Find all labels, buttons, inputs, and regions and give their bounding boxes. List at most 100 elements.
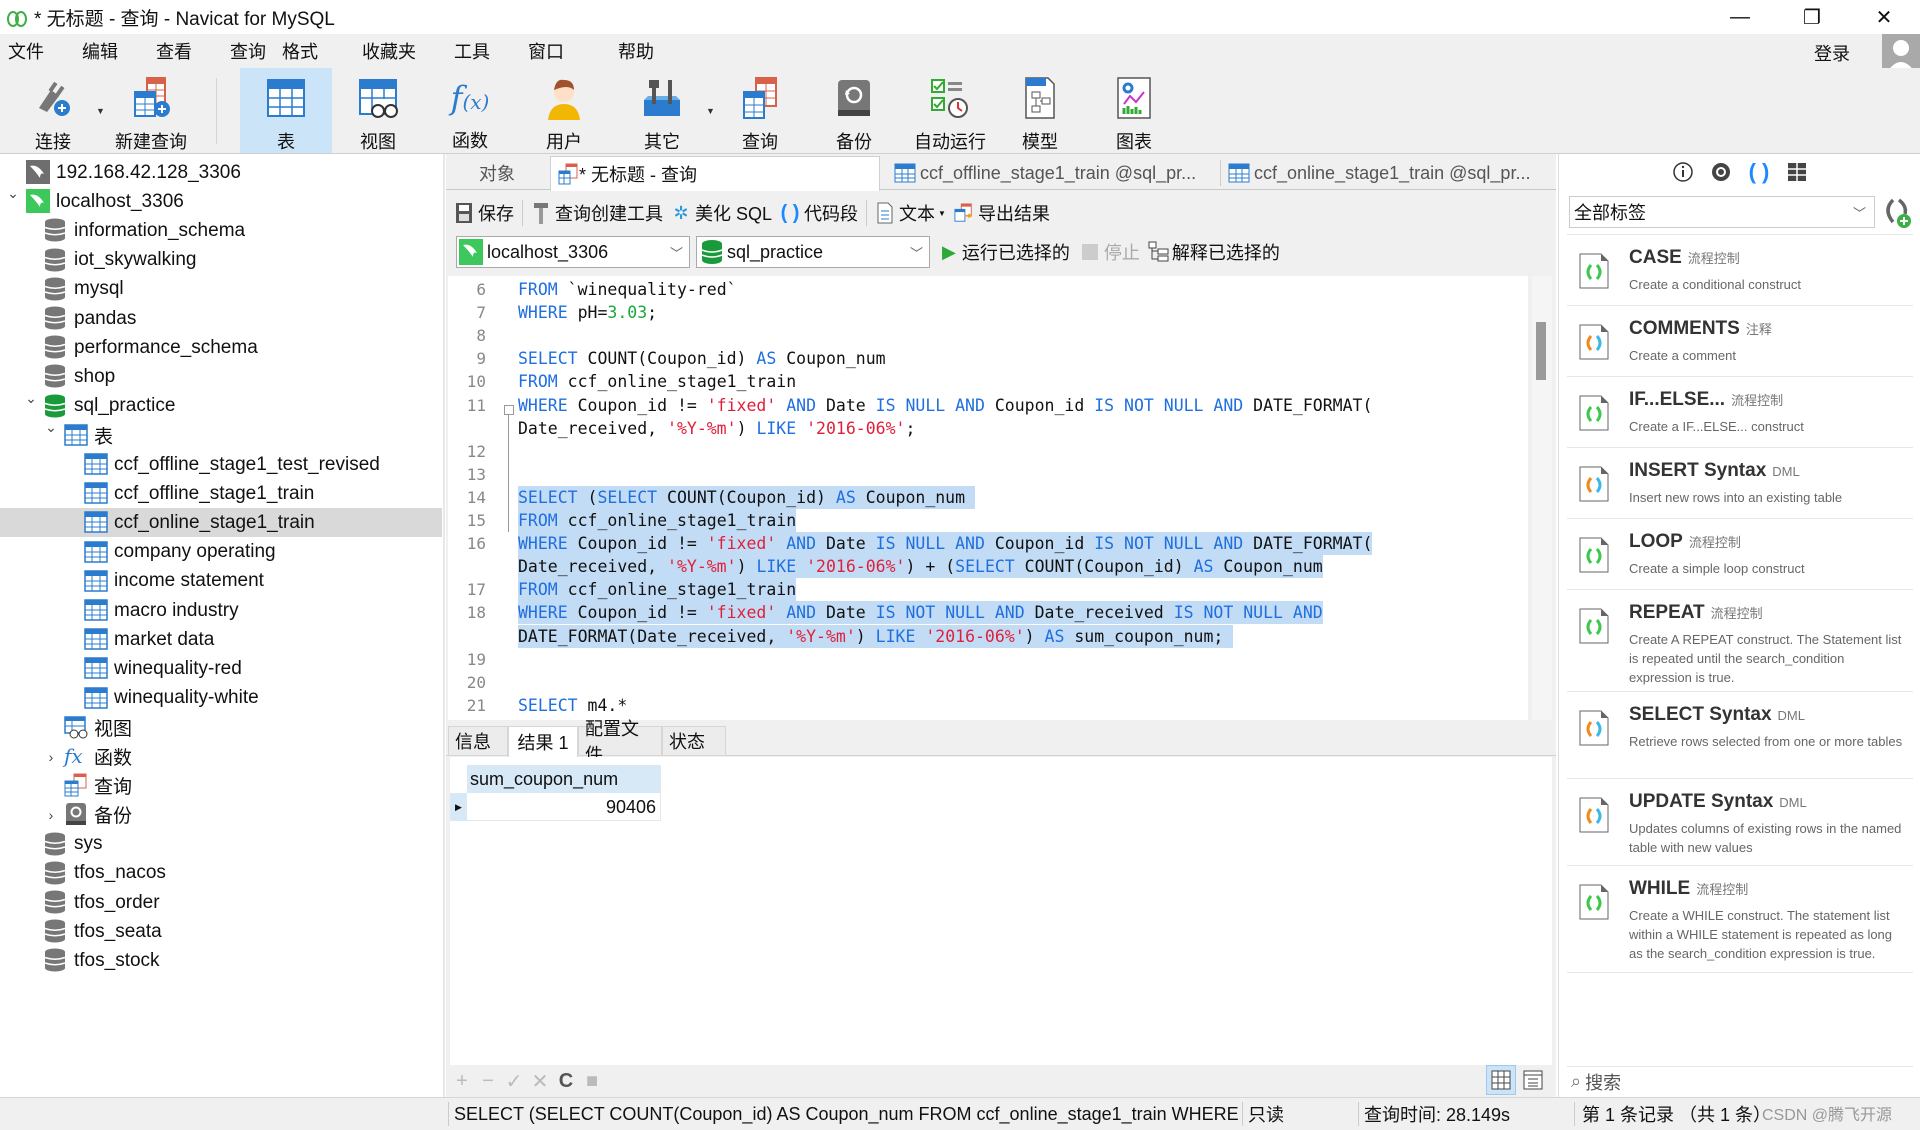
column-header[interactable]: sum_coupon_num <box>467 765 661 793</box>
snippet-item[interactable]: REPEAT 流程控制 Create A REPEAT construct. The… <box>1567 589 1913 685</box>
menu-file[interactable]: 文件 <box>0 38 52 64</box>
export-results-button[interactable]: 导出结果 <box>954 200 1050 226</box>
avatar[interactable] <box>1882 34 1920 72</box>
restore-button[interactable]: ❐ <box>1776 0 1848 34</box>
code-snippet-button[interactable]: ( ) 代码段 <box>780 200 858 226</box>
tree-item-database[interactable]: iot_skywalking <box>0 246 442 275</box>
snippet-item[interactable]: COMMENTS 注释 Create a comment <box>1567 305 1913 363</box>
tab-untitled-query[interactable]: * 无标题 - 查询 <box>550 156 880 191</box>
tree-item-views-folder[interactable]: 视图 <box>0 713 442 742</box>
chevron-right-icon[interactable]: › <box>44 749 58 765</box>
chart-button[interactable]: 图表 <box>1090 68 1178 153</box>
tree-item-database[interactable]: shop <box>0 362 442 391</box>
snippet-search-input[interactable]: ⌕ 搜索 <box>1567 1066 1913 1096</box>
preview-eye-icon[interactable] <box>1709 160 1733 184</box>
tree-item-database[interactable]: pandas <box>0 304 442 333</box>
tab-objects[interactable]: 对象 <box>454 156 540 190</box>
menu-view[interactable]: 查看 <box>148 38 200 64</box>
menu-window[interactable]: 窗口 <box>520 38 572 64</box>
code-line[interactable]: 12 <box>448 440 1528 463</box>
snippet-item[interactable]: IF...ELSE... 流程控制 Create a IF...ELSE... co… <box>1567 376 1913 434</box>
code-line[interactable]: 21 SELECT m4.* <box>448 694 1528 717</box>
auto-run-button[interactable]: 自动运行 <box>904 68 996 153</box>
tree-item-database[interactable]: performance_schema <box>0 333 442 362</box>
code-line[interactable]: 20 <box>448 671 1528 694</box>
code-line[interactable]: 8 <box>448 324 1528 347</box>
tree-item-table[interactable]: winequality-white <box>0 684 442 713</box>
sql-editor[interactable]: 6 FROM `winequality-red` 7 WHERE pH=3.03; 8 9… <box>448 276 1528 720</box>
tree-item-tables-folder[interactable]: ⌄ 表 <box>0 419 442 450</box>
result-tab-profile[interactable]: 配置文件 <box>578 719 662 765</box>
code-line[interactable]: 7 WHERE pH=3.03; <box>448 301 1528 324</box>
snippet-item[interactable]: SELECT Syntax DML Retrieve rows selected f… <box>1567 691 1913 765</box>
grid-view-button[interactable] <box>1486 1065 1516 1095</box>
tree-item-database[interactable]: information_schema <box>0 216 442 245</box>
text-mode-button[interactable]: 文本 ▼ <box>875 200 946 226</box>
code-line[interactable]: 9 SELECT COUNT(Coupon_id) AS Coupon_num <box>448 347 1528 370</box>
explain-selected-button[interactable]: 解释已选择的 <box>1148 239 1280 265</box>
editor-scrollbar-thumb[interactable] <box>1536 322 1546 380</box>
run-selected-button[interactable]: ▶ 运行已选择的 <box>942 239 1070 265</box>
code-line[interactable]: 6 FROM `winequality-red` <box>448 278 1528 301</box>
snippets-parentheses-icon[interactable]: ( ) <box>1747 159 1771 184</box>
code-line[interactable]: DATE_FORMAT(Date_received, '%Y-%m') LIKE… <box>448 624 1528 648</box>
tree-item-table[interactable]: market data <box>0 625 442 654</box>
chevron-right-icon[interactable]: › <box>44 807 58 823</box>
code-line[interactable]: Date_received, '%Y-%m') LIKE '2016-06%'; <box>448 417 1528 440</box>
code-line[interactable]: 11 WHERE Coupon_id != 'fixed' AND Date IS… <box>448 394 1528 417</box>
stop-square-icon[interactable]: ■ <box>582 1070 602 1093</box>
backup-button[interactable]: 备份 <box>810 68 898 153</box>
chevron-down-icon[interactable]: ⌄ <box>6 185 20 202</box>
database-select[interactable]: sql_practice ﹀ <box>696 236 930 268</box>
menu-help[interactable]: 帮助 <box>610 38 662 64</box>
tree-item-database[interactable]: tfos_nacos <box>0 859 442 888</box>
code-line[interactable]: 10 FROM ccf_online_stage1_train <box>448 370 1528 393</box>
tree-item-database[interactable]: tfos_order <box>0 888 442 917</box>
snippet-item[interactable]: UPDATE Syntax DML Updates columns of exist… <box>1567 778 1913 855</box>
function-button[interactable]: f(x) 函数 <box>426 68 514 153</box>
result-tab-result1[interactable]: 结果 1 <box>508 726 578 757</box>
code-line[interactable]: 13 <box>448 463 1528 486</box>
code-line[interactable]: 19 <box>448 648 1528 671</box>
add-snippet-icon[interactable] <box>1879 196 1913 230</box>
snippet-item[interactable]: CASE 流程控制 Create a conditional construct <box>1567 234 1913 292</box>
code-line[interactable]: 15 FROM ccf_online_stage1_train <box>448 509 1528 532</box>
tree-item-database[interactable]: sys <box>0 830 442 859</box>
tree-item-table[interactable]: ccf_offline_stage1_train <box>0 479 442 508</box>
tree-item-table[interactable]: macro industry <box>0 596 442 625</box>
text-dropdown-icon[interactable]: ▼ <box>938 209 946 218</box>
menu-tools[interactable]: 工具 <box>446 38 498 64</box>
query-builder-button[interactable]: 查询创建工具 <box>531 200 663 226</box>
chevron-down-icon[interactable]: ⌄ <box>44 419 58 436</box>
user-button[interactable]: 用户 <box>520 68 608 153</box>
close-button[interactable]: ✕ <box>1848 0 1920 34</box>
tree-item-database[interactable]: tfos_seata <box>0 917 442 946</box>
menu-query[interactable]: 查询 <box>222 38 274 64</box>
minimize-button[interactable]: — <box>1704 0 1776 34</box>
tree-item-functions-folder[interactable]: › fx 函数 <box>0 742 442 771</box>
tab-ccf-offline-train[interactable]: ccf_offline_stage1_train @sql_pr... <box>888 156 1218 190</box>
snippet-item[interactable]: WHILE 流程控制 Create a WHILE construct. The s… <box>1567 865 1913 961</box>
code-line[interactable]: 16 WHERE Coupon_id != 'fixed' AND Date IS… <box>448 532 1528 556</box>
chevron-down-icon[interactable]: ⌄ <box>24 390 38 407</box>
table-button[interactable]: 表 <box>240 68 332 153</box>
code-line[interactable]: 17 FROM ccf_online_stage1_train <box>448 578 1528 602</box>
stop-button[interactable]: 停止 <box>1081 239 1140 265</box>
tree-item-table[interactable]: ccf_offline_stage1_test_revised <box>0 450 442 479</box>
snippet-item[interactable]: LOOP 流程控制 Create a simple loop construct <box>1567 518 1913 576</box>
row-selector[interactable]: ▶ <box>450 793 467 821</box>
discard-icon[interactable]: ✕ <box>530 1069 550 1094</box>
form-view-button[interactable] <box>1518 1065 1548 1095</box>
result-cell[interactable]: 90406 <box>467 793 661 821</box>
tree-item-table[interactable]: income statement <box>0 567 442 596</box>
tree-item-database[interactable]: tfos_stock <box>0 946 442 975</box>
menu-format[interactable]: 格式 <box>274 38 326 64</box>
view-button[interactable]: 视图 <box>334 68 422 153</box>
tree-item-table[interactable]: company operating <box>0 538 442 567</box>
template-grid-icon[interactable] <box>1785 160 1809 184</box>
fold-collapse-icon[interactable] <box>504 405 514 415</box>
delete-row-icon[interactable]: − <box>478 1070 498 1093</box>
menu-favorites[interactable]: 收藏夹 <box>354 38 424 64</box>
code-line[interactable]: Date_received, '%Y-%m') LIKE '2016-06%')… <box>448 555 1528 579</box>
model-button[interactable]: 模型 <box>996 68 1084 153</box>
